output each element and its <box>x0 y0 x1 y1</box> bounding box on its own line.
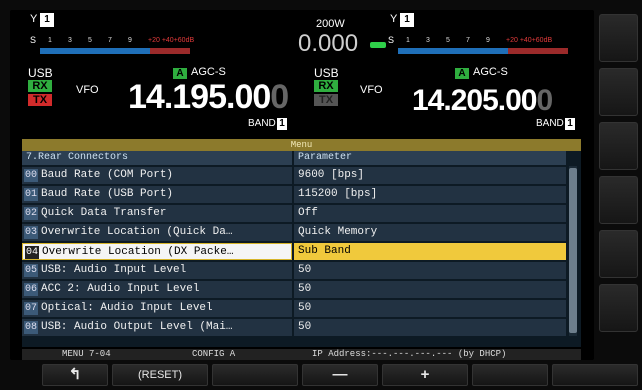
menu-item-value: 50 <box>294 319 566 336</box>
menu-row[interactable]: 05 USB: Audio Input Level 50 <box>22 261 572 280</box>
rx-indicator: RX <box>28 80 52 92</box>
menu-row[interactable]: 02 Quick Data Transfer Off <box>22 204 572 223</box>
antenna-icon: Y <box>390 13 398 25</box>
scale-tick: 5 <box>446 37 450 44</box>
soft-key-right-2[interactable] <box>599 68 638 116</box>
menu-item-value: 50 <box>294 281 566 298</box>
s-label: S <box>388 35 395 45</box>
agc-label: AGC-S <box>473 66 508 78</box>
s-meter-bar-red <box>508 48 568 54</box>
config-label: CONFIG A <box>192 349 236 359</box>
menu-item-name: 05 USB: Audio Input Level <box>22 262 292 279</box>
minus-button[interactable]: — <box>302 364 378 386</box>
s-meter-right: S 1 3 5 7 9 +20 +40+60dB <box>388 35 578 55</box>
scale-tick: 3 <box>68 37 72 44</box>
band-label: BAND <box>536 118 564 129</box>
menu-panel: Menu 7.Rear Connectors Parameter 00 Baud … <box>22 139 581 347</box>
antenna-number: 1 <box>40 13 54 27</box>
band-number: 1 <box>565 118 575 130</box>
link-indicator <box>370 42 386 48</box>
menu-row[interactable]: 03 Overwrite Location (Quick Da… Quick Me… <box>22 223 572 242</box>
menu-item-name: 04 Overwrite Location (DX Packe… <box>22 243 292 260</box>
plus-button[interactable]: + <box>382 364 468 386</box>
soft-key-right-4[interactable] <box>599 176 638 224</box>
mode-label: USB <box>314 66 339 80</box>
scale-tick: 5 <box>88 37 92 44</box>
frequency-right: 14.205.000 <box>412 84 553 117</box>
soft-key-3[interactable] <box>212 364 298 386</box>
menu-item-name: 08 USB: Audio Output Level (Mai… <box>22 319 292 336</box>
status-bar: MENU 7-04 CONFIG A IP Address:---.---.--… <box>22 349 581 360</box>
menu-item-name: 02 Quick Data Transfer <box>22 205 292 222</box>
menu-row[interactable]: 08 USB: Audio Output Level (Mai… 50 <box>22 318 572 337</box>
mode-label: USB <box>28 66 53 80</box>
menu-item-value: 9600 [bps] <box>294 167 566 184</box>
s-meter-bar <box>398 48 508 54</box>
back-button[interactable]: ↰ <box>42 364 108 386</box>
scale-tick: 9 <box>128 37 132 44</box>
s-label: S <box>30 35 37 45</box>
menu-row[interactable]: 06 ACC 2: Audio Input Level 50 <box>22 280 572 299</box>
scrollbar-thumb[interactable] <box>569 168 577 333</box>
column-header-item: 7.Rear Connectors <box>22 151 292 165</box>
menu-title: Menu <box>22 139 581 151</box>
scale-red: +20 +40+60dB <box>506 37 553 44</box>
ip-address: IP Address:---.---.---.--- (by DHCP) <box>312 349 507 359</box>
agc-box: A <box>455 68 469 79</box>
menu-item-name: 00 Baud Rate (COM Port) <box>22 167 292 184</box>
meter-readout: 0.000 <box>298 30 359 57</box>
scale-tick: 7 <box>466 37 470 44</box>
vfo-label: VFO <box>76 84 99 96</box>
s-meter-bar-red <box>150 48 190 54</box>
frequency-left: 14.195.000 <box>128 78 289 116</box>
menu-item-value: 115200 [bps] <box>294 186 566 203</box>
tx-indicator: TX <box>314 94 338 106</box>
menu-number: MENU 7-04 <box>62 349 111 359</box>
menu-item-name: 03 Overwrite Location (Quick Da… <box>22 224 292 241</box>
menu-row[interactable]: 07 Optical: Audio Input Level 50 <box>22 299 572 318</box>
band-label: BAND <box>248 118 276 129</box>
menu-item-name: 06 ACC 2: Audio Input Level <box>22 281 292 298</box>
menu-item-value: Quick Memory <box>294 224 566 241</box>
scale-tick: 9 <box>486 37 490 44</box>
s-meter-left: S 1 3 5 7 9 +20 +40+60dB <box>30 35 200 55</box>
soft-key-right-5[interactable] <box>599 230 638 278</box>
soft-key-right-6[interactable] <box>599 284 638 332</box>
menu-item-value: 50 <box>294 262 566 279</box>
rx-indicator: RX <box>314 80 338 92</box>
antenna-number: 1 <box>400 13 414 27</box>
agc-label: AGC-S <box>191 66 226 78</box>
scale-tick: 1 <box>406 37 410 44</box>
reset-button[interactable]: (RESET) <box>112 364 208 386</box>
antenna-icon: Y <box>30 13 38 25</box>
menu-item-value: Sub Band <box>294 243 566 260</box>
menu-item-value: Off <box>294 205 566 222</box>
menu-item-value: 50 <box>294 300 566 317</box>
vfo-label: VFO <box>360 84 383 96</box>
menu-item-name: 01 Baud Rate (USB Port) <box>22 186 292 203</box>
menu-row[interactable]: 00 Baud Rate (COM Port) 9600 [bps] <box>22 166 572 185</box>
soft-key-right-1[interactable] <box>599 14 638 62</box>
soft-key-6[interactable] <box>472 364 548 386</box>
tx-indicator: TX <box>28 94 52 106</box>
menu-row[interactable]: 01 Baud Rate (USB Port) 115200 [bps] <box>22 185 572 204</box>
soft-key-7[interactable] <box>552 364 638 386</box>
scale-tick: 3 <box>426 37 430 44</box>
soft-key-right-3[interactable] <box>599 122 638 170</box>
power-label: 200W <box>316 18 345 30</box>
back-arrow-icon: ↰ <box>68 366 82 383</box>
menu-row-selected[interactable]: 04 Overwrite Location (DX Packe… Sub Band <box>22 242 572 261</box>
scale-tick: 1 <box>48 37 52 44</box>
column-header-parameter: Parameter <box>294 151 566 165</box>
menu-scrollbar[interactable] <box>569 166 577 336</box>
band-number: 1 <box>277 118 287 130</box>
menu-item-name: 07 Optical: Audio Input Level <box>22 300 292 317</box>
s-meter-bar <box>40 48 150 54</box>
scale-tick: 7 <box>108 37 112 44</box>
scale-red: +20 +40+60dB <box>148 37 195 44</box>
